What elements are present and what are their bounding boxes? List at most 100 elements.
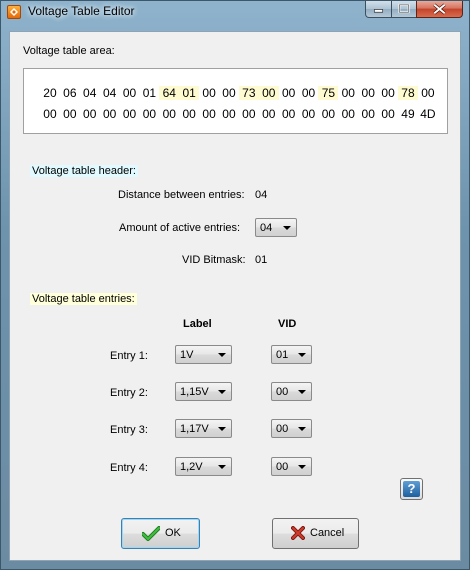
hex-byte[interactable]: 00 [120,86,140,100]
chevron-down-icon [298,427,306,431]
entry-2-label: Entry 2: [110,387,148,399]
hex-byte[interactable]: 00 [139,107,159,121]
hex-byte[interactable]: 00 [219,107,239,121]
hex-byte[interactable]: 64 [159,86,180,100]
hex-byte[interactable]: 00 [378,86,398,100]
voltage-table-hex-box[interactable]: 20 06 04 04 00 01 64 01 00 00 73 00 00 00 75 00 00 00 78 00… [23,68,448,134]
hex-byte[interactable]: 00 [259,107,279,121]
hex-byte[interactable]: 00 [159,107,179,121]
voltage-table-area-label: Voltage table area: [23,45,115,57]
chevron-down-icon [283,226,291,230]
hex-byte[interactable]: 00 [199,107,219,121]
hex-byte[interactable]: 00 [418,86,438,100]
hex-byte[interactable]: 00 [199,86,219,100]
entry-1-label: Entry 1: [110,350,148,362]
hex-byte[interactable]: 00 [40,107,60,121]
dialog-client-area: Voltage table area: 20 06 04 04 00 01 64 01 00 00… [9,31,461,561]
hex-byte[interactable]: 75 [318,86,339,100]
help-button[interactable]: ? [400,478,423,500]
maximize-button[interactable] [391,1,417,18]
hex-byte[interactable]: 01 [179,86,200,100]
entry-2-vid-value: 00 [276,386,289,398]
ok-button[interactable]: OK [121,518,200,549]
dialog-window: Voltage Table Editor Voltage table area:… [0,0,470,570]
hex-byte[interactable]: 4D [418,107,438,121]
chevron-down-icon [298,465,306,469]
cross-icon [291,526,305,540]
vid-bitmask-label: VID Bitmask: [182,254,246,266]
hex-byte[interactable]: 00 [358,86,378,100]
hex-byte[interactable]: 06 [60,86,80,100]
title-bar[interactable]: Voltage Table Editor [1,1,469,23]
chevron-down-icon [298,353,306,357]
hex-byte[interactable]: 00 [338,86,358,100]
hex-byte[interactable]: 00 [120,107,140,121]
close-button[interactable] [416,1,463,18]
entry-3-vid-value: 00 [276,423,289,435]
close-icon [433,3,446,15]
entry-3-label-value: 1,17V [180,423,209,435]
entry-3-vid-select[interactable]: 00 [271,419,312,438]
entry-4-label-select[interactable]: 1,2V [175,457,232,476]
hex-byte[interactable]: 04 [80,86,100,100]
hex-byte[interactable]: 00 [378,107,398,121]
active-entries-value: 04 [260,222,273,234]
distance-value: 04 [255,189,268,201]
active-entries-select[interactable]: 04 [255,218,297,237]
chevron-down-icon [218,353,226,357]
entry-4-label: Entry 4: [110,462,148,474]
entry-2-vid-select[interactable]: 00 [271,382,312,401]
hex-byte[interactable]: 00 [179,107,199,121]
entry-1-label-select[interactable]: 1V [175,345,232,364]
vid-bitmask-value: 01 [255,254,268,266]
hex-byte[interactable]: 78 [398,86,418,100]
hex-byte[interactable]: 00 [299,86,319,100]
chevron-down-icon [218,465,226,469]
entry-2-label-select[interactable]: 1,15V [175,382,232,401]
label-column-header: Label [183,318,212,330]
hex-byte[interactable]: 49 [398,107,418,121]
hex-byte[interactable]: 00 [60,107,80,121]
diamond-app-icon [7,5,21,19]
hex-byte[interactable]: 00 [318,107,338,121]
hex-row-1: 20 06 04 04 00 01 64 01 00 00 73 00 00 00 75 00 00 00 78 00 [40,86,438,100]
distance-label: Distance between entries: [118,189,245,201]
hex-byte[interactable]: 00 [219,86,239,100]
hex-byte[interactable]: 04 [100,86,120,100]
hex-byte[interactable]: 00 [239,107,259,121]
hex-byte[interactable]: 00 [279,107,299,121]
help-icon: ? [403,481,420,497]
hex-byte[interactable]: 00 [338,107,358,121]
window-title: Voltage Table Editor [28,4,135,18]
checkmark-icon [142,526,160,541]
hex-byte[interactable]: 00 [299,107,319,121]
voltage-table-header-title: Voltage table header: [30,165,138,177]
voltage-table-entries-title: Voltage table entries: [30,293,137,305]
ok-button-label: OK [165,527,181,539]
entry-4-vid-value: 00 [276,461,289,473]
hex-byte[interactable]: 20 [40,86,60,100]
entry-4-vid-select[interactable]: 00 [271,457,312,476]
cancel-button-label: Cancel [310,527,345,539]
hex-row-2: 00 00 00 00 00 00 00 00 00 00 00 00 00 00 00 00 00 00 49 4D [40,107,438,121]
entry-4-label-value: 1,2V [180,461,203,473]
entry-1-vid-select[interactable]: 01 [271,345,312,364]
entry-3-label-select[interactable]: 1,17V [175,419,232,438]
maximize-icon [398,3,410,14]
cancel-button[interactable]: Cancel [272,518,359,549]
hex-byte[interactable]: 73 [238,86,259,100]
minimize-button[interactable] [365,1,392,18]
vid-column-header: VID [278,318,297,330]
chevron-down-icon [218,427,226,431]
active-entries-label: Amount of active entries: [119,222,241,234]
hex-byte[interactable]: 00 [80,107,100,121]
hex-byte[interactable]: 01 [139,86,159,100]
hex-byte[interactable]: 00 [358,107,378,121]
minimize-icon [373,9,384,13]
chevron-down-icon [218,390,226,394]
hex-byte[interactable]: 00 [258,86,279,100]
hex-byte[interactable]: 00 [279,86,299,100]
entry-3-label: Entry 3: [110,424,148,436]
hex-byte[interactable]: 00 [100,107,120,121]
entry-2-label-value: 1,15V [180,386,209,398]
